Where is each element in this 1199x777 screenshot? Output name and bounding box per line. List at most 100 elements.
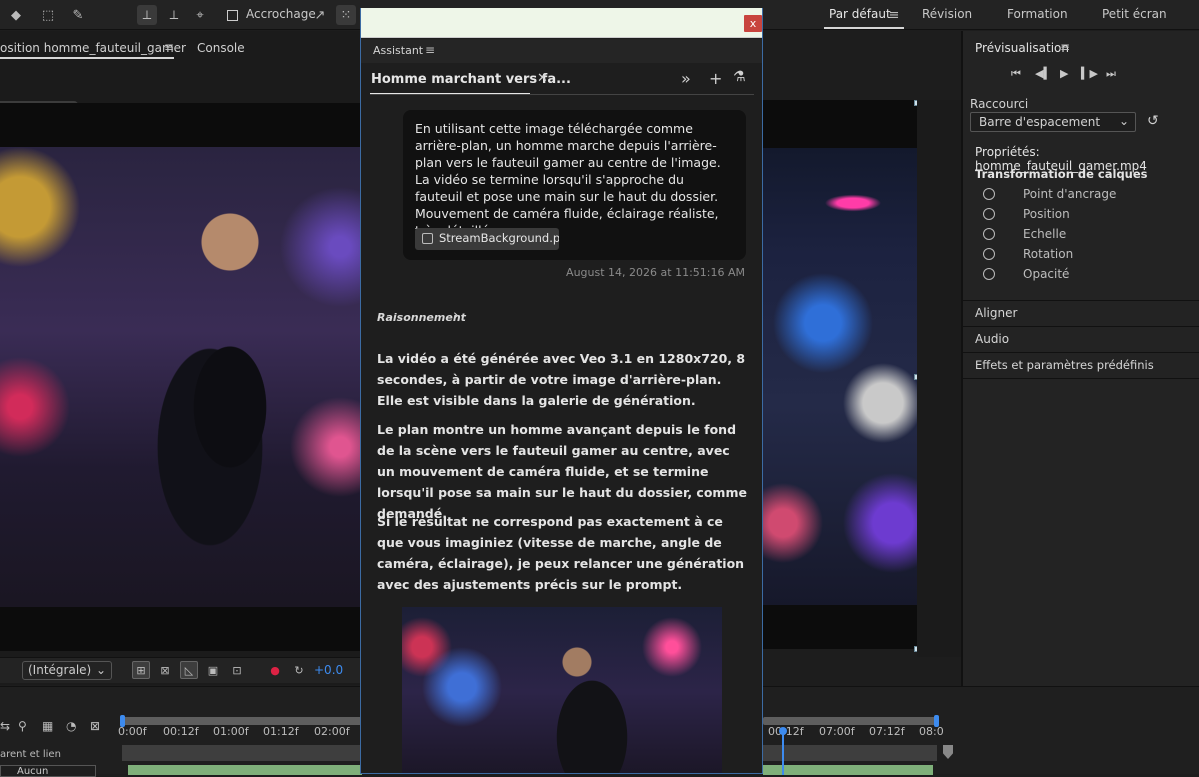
stopwatch-icon[interactable] [983, 188, 995, 200]
playhead-knob[interactable] [779, 727, 787, 735]
assistant-menu-icon[interactable]: ≡ [425, 43, 435, 57]
assistant-header: Assistant ≡ [361, 39, 762, 63]
composition-viewer[interactable] [0, 103, 361, 651]
axis-local-icon[interactable]: ⟂ [137, 5, 157, 25]
section-align[interactable]: Aligner [963, 300, 1199, 325]
expand-icon[interactable]: » [681, 69, 691, 88]
tick-label: 07:00f [819, 725, 855, 738]
assistant-header-label: Assistant [373, 44, 424, 57]
assistant-tabbar: Homme marchant vers fa... ✕ » + ⚗ [361, 63, 762, 95]
reset-exposure-icon[interactable]: ↻ [290, 661, 308, 679]
tick-label: 07:12f [869, 725, 905, 738]
video-frame-right [763, 103, 917, 607]
channels-icon[interactable]: ● [266, 661, 284, 679]
close-tab-icon[interactable]: ✕ [537, 71, 548, 86]
reset-icon[interactable]: ↺ [1147, 113, 1159, 129]
chevron-down-icon: ⌄ [1118, 114, 1129, 128]
layer-track-left[interactable] [122, 745, 362, 761]
tick-label: 01:12f [263, 725, 299, 738]
section-audio[interactable]: Audio [963, 326, 1199, 351]
tick-label: 00:12f [163, 725, 199, 738]
attachment-chip[interactable]: StreamBackground.p... [415, 228, 559, 250]
roto-brush-icon[interactable]: ⬚ [38, 5, 58, 25]
region-of-interest-icon[interactable]: ▣ [204, 661, 222, 679]
last-frame-icon[interactable]: ⏭ [1106, 67, 1116, 81]
preview-menu-icon[interactable]: ≡ [1060, 40, 1070, 54]
stopwatch-icon[interactable] [983, 228, 995, 240]
layer-switches-icon[interactable]: ⇆ [0, 719, 10, 733]
workspace-menu-icon[interactable]: ≡ [884, 5, 904, 25]
work-area-bar-left[interactable] [122, 717, 362, 725]
shortcut-label: Raccourci [970, 97, 1029, 111]
viewer-pasteboard-top [763, 100, 917, 148]
tick-label: 0:00f [118, 725, 147, 738]
axis-world-icon[interactable]: ⟂ [164, 5, 184, 25]
assistant-panel: x Assistant ≡ Homme marchant vers fa... … [360, 8, 763, 774]
viewer-pasteboard-bottom [763, 605, 917, 649]
stopwatch-icon[interactable] [983, 248, 995, 260]
close-window-button[interactable]: x [744, 15, 762, 32]
generated-video-thumbnail[interactable] [402, 607, 722, 773]
flask-icon[interactable]: ⚗ [733, 69, 746, 85]
snap-label: Accrochage [246, 7, 316, 21]
tick-label: 02:00f [314, 725, 350, 738]
exposure-value[interactable]: +0.0 [314, 663, 343, 677]
motion-blur-icon[interactable]: ◔ [66, 719, 76, 733]
playhead-line[interactable] [782, 731, 784, 775]
transform-title: Transformation de calques [975, 167, 1148, 181]
parent-column-label: arent et lien [0, 749, 61, 760]
image-file-icon [422, 233, 433, 244]
transparency-grid-icon[interactable]: ⊠ [156, 661, 174, 679]
snap-grid-icon[interactable]: ⁙ [336, 5, 356, 25]
tick-label: 08:0 [919, 725, 944, 738]
tab-console[interactable]: Console [197, 41, 245, 55]
work-area-bar-right[interactable] [763, 717, 937, 725]
preview-title: Prévisualisation [975, 41, 1069, 55]
new-chat-icon[interactable]: + [709, 69, 722, 88]
workspace-review[interactable]: Révision [922, 7, 972, 21]
play-icon[interactable]: ▶ [1060, 67, 1068, 80]
guides-icon[interactable]: ⊡ [228, 661, 246, 679]
stopwatch-icon[interactable] [983, 208, 995, 220]
composition-controls: (Intégrale) ⌄ ⊞ ⊠ ◺ ▣ ⊡ ● ↻ +0.0 [0, 657, 361, 683]
divider [963, 378, 1199, 379]
first-frame-icon[interactable]: ⏮ [1011, 67, 1021, 81]
properties-panel: Prévisualisation ≡ ⏮ ◀▍ ▶ ▍▶ ⏭ Raccourci… [961, 31, 1199, 686]
snap-options-icon[interactable]: ↗ [310, 5, 330, 25]
workspace-small-screen[interactable]: Petit écran [1102, 7, 1167, 21]
shortcut-select[interactable]: Barre d'espacement ⌄ [970, 112, 1136, 132]
graph-editor-icon[interactable]: ⊠ [90, 719, 100, 733]
tick-label: 01:00f [213, 725, 249, 738]
tab-composition-underline [0, 57, 174, 59]
tabbar-divider [370, 94, 754, 95]
resolution-select[interactable]: (Intégrale) ⌄ [22, 661, 112, 680]
pin-icon[interactable]: ✎ [68, 5, 88, 25]
chevron-right-icon[interactable]: › [453, 306, 459, 324]
prev-frame-icon[interactable]: ◀▍ [1035, 67, 1052, 80]
mask-path-icon[interactable]: ◺ [180, 661, 198, 679]
eraser-icon[interactable]: ◆ [6, 5, 26, 25]
workspace-learn[interactable]: Formation [1007, 7, 1068, 21]
user-message-text: En utilisant cette image téléchargée com… [415, 121, 721, 238]
stopwatch-icon[interactable] [983, 268, 995, 280]
end-marker-icon[interactable] [943, 745, 953, 759]
workspace-default[interactable]: Par défaut [829, 7, 891, 21]
tab-menu-icon[interactable]: ≡ [164, 40, 174, 54]
assistant-response-paragraph: Le plan montre un homme avançant depuis … [377, 422, 747, 521]
section-effects-presets[interactable]: Effets et paramètres prédéfinis [963, 352, 1199, 377]
user-message-bubble: En utilisant cette image téléchargée com… [403, 110, 746, 260]
message-timestamp: August 14, 2026 at 11:51:16 AM [566, 266, 745, 279]
assistant-response-paragraph: Si le résultat ne correspond pas exactem… [377, 514, 745, 592]
active-workspace-indicator [824, 27, 904, 29]
fast-preview-icon[interactable]: ⊞ [132, 661, 150, 679]
parent-select[interactable]: Aucun [0, 765, 96, 777]
snap-checkbox[interactable] [222, 5, 242, 25]
tab-composition[interactable]: osition homme_fauteuil_gamer [0, 41, 186, 55]
draft-3d-icon[interactable]: ▦ [42, 719, 53, 733]
assistant-window-titlebar[interactable]: x [361, 8, 762, 38]
viewer-right-margin [917, 100, 961, 657]
layer-track-right[interactable] [763, 745, 937, 761]
next-frame-icon[interactable]: ▍▶ [1081, 67, 1098, 80]
axis-view-icon[interactable]: ⌖ [190, 5, 210, 25]
comp-flowchart-icon[interactable]: ⚲ [18, 719, 27, 733]
